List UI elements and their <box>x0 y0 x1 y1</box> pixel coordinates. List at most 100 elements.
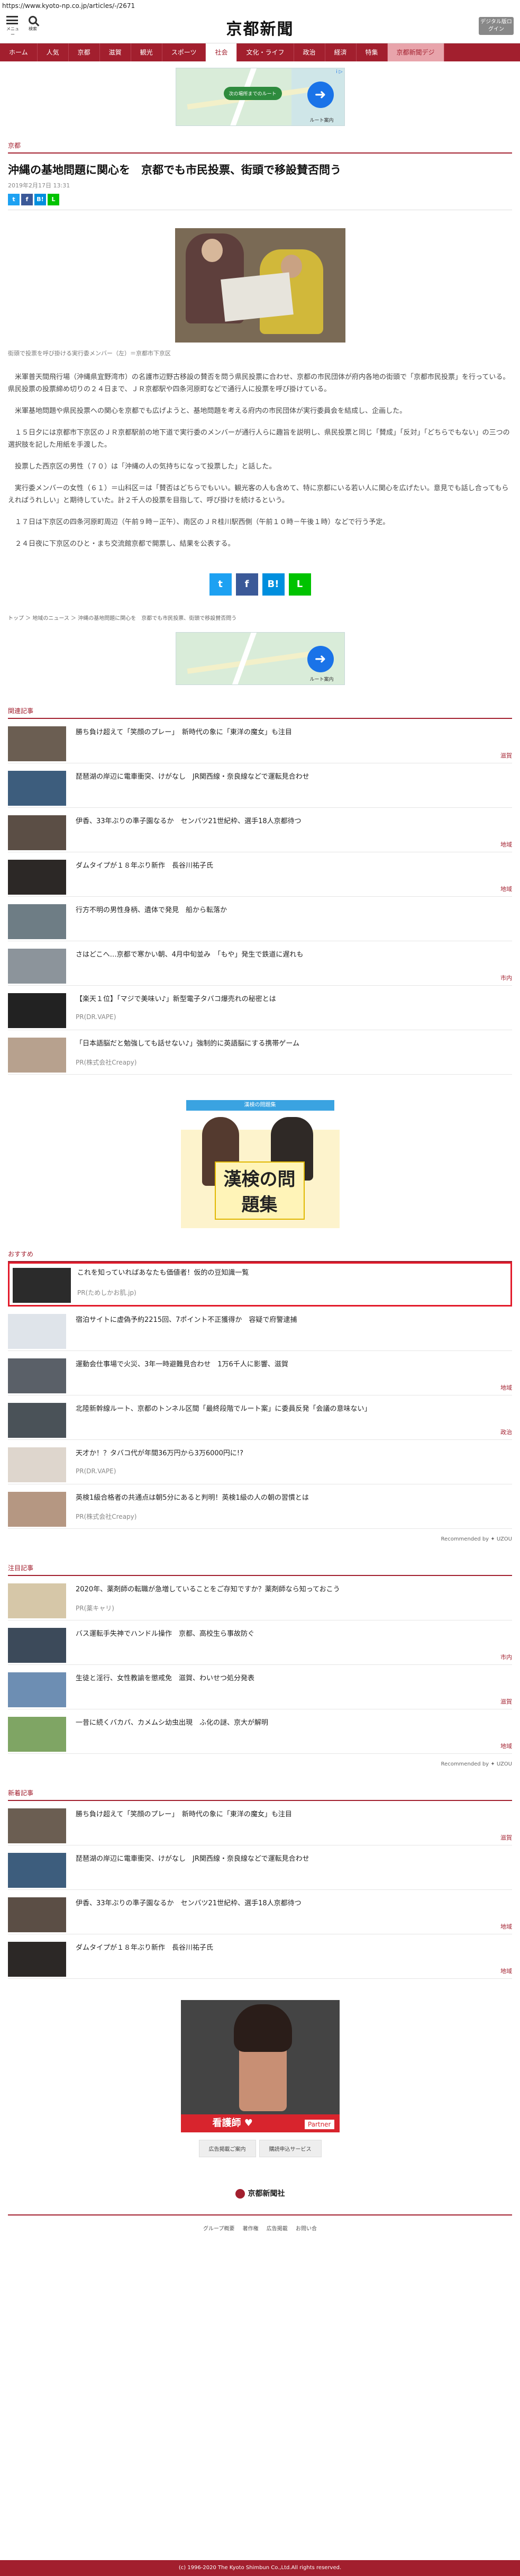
list-item[interactable]: さはどこへ…京都で寒かい朝、4月中旬並み 「もや」発生で鉄道に遅れも 市内 <box>8 941 512 986</box>
item-title: さはどこへ…京都で寒かい朝、4月中旬並み 「もや」発生で鉄道に遅れも <box>76 951 304 959</box>
list-item[interactable]: ダムタイプが１８年ぶり新作 長谷川祐子氏 地域 <box>8 852 512 897</box>
list-item[interactable]: 北陸新幹線ルート、京都のトンネル区間「最終段階でルート案」に委員反発「会議の意味… <box>8 1395 512 1440</box>
list-item[interactable]: 琵琶湖の岸辺に電車衝突、けがなし JR関西線・奈良線などで運転見合わせ <box>8 1845 512 1890</box>
thumbnail <box>8 1672 66 1707</box>
ad-book-title: 漢検の問題集 <box>214 1161 305 1220</box>
thumbnail <box>8 1808 66 1843</box>
photo-face-left <box>201 239 223 262</box>
nav-item-society[interactable]: 社会 <box>206 43 238 61</box>
list-item[interactable]: 伊香、33年ぶりの準子園なるか センバツ21世紀枠、選手18人京都待つ 地域 <box>8 808 512 852</box>
list-item[interactable]: 宿泊サイトに虚偽予約2215回、7ポイント不正獲得か 容疑で府警逮捕 <box>8 1307 512 1351</box>
ad-person-hair <box>233 2004 292 2052</box>
article-body: 米軍普天間飛行場（沖縄県宜野湾市）の名護市辺野古移設の賛否を問う県民投票に合わせ… <box>8 371 512 550</box>
list-item[interactable]: 行方不明の男性身柄、遺体で発見 船から転落か <box>8 897 512 941</box>
footer-link-contact[interactable]: お問い合 <box>296 2226 317 2232</box>
site-header: メニュー 検索 京都新聞 デジタル版ログイン <box>0 12 520 43</box>
pr-item[interactable]: 2020年、薬剤師の転職が急増していることをご存知ですか？薬剤師なら知っておこう… <box>8 1576 512 1620</box>
nav-item-sports[interactable]: スポーツ <box>162 43 206 61</box>
item-tag: 滋賀 <box>500 1698 512 1705</box>
nav-item-culture[interactable]: 文化・ライフ <box>237 43 294 61</box>
pr-item[interactable]: 天才か！？タバコ代が年間36万円から3万6000円に!? PR(DR.VAPE) <box>8 1440 512 1484</box>
item-title: 運動会仕事場で火災、3年一時避難見合わせ 1万6千人に影響、滋賀 <box>76 1361 288 1368</box>
recommended-by[interactable]: Recommended by ✦ UZOU <box>8 1761 512 1767</box>
thumbnail <box>8 1897 66 1932</box>
line-icon[interactable]: L <box>288 573 311 596</box>
footer-link-copyright[interactable]: 著作権 <box>243 2226 259 2232</box>
pr-item[interactable]: 英検1級合格者の共通点は朝5分にあると判明！英検1級の人の朝の習慣とは PR(株式… <box>8 1484 512 1529</box>
item-title: 琵琶湖の岸辺に電車衝突、けがなし JR関西線・奈良線などで運転見合わせ <box>76 1855 309 1863</box>
list-item[interactable]: ダムタイプが１８年ぶり新作 長谷川祐子氏 地域 <box>8 1934 512 1979</box>
item-tag: 地域 <box>500 1384 512 1391</box>
nav-item-politics[interactable]: 政治 <box>294 43 325 61</box>
hatena-icon[interactable]: B! <box>34 194 46 205</box>
footer-link-ads[interactable]: 広告掲載 <box>267 2226 288 2232</box>
pr-item[interactable]: 【楽天１位】「マジで美味い♪」新型電子タバコ爆売れの秘密とは PR(DR.VAPE… <box>8 986 512 1030</box>
list-item[interactable]: 伊香、33年ぶりの準子園なるか センバツ21世紀枠、選手18人京都待つ 地域 <box>8 1890 512 1934</box>
nav-item-tourism[interactable]: 観光 <box>131 43 162 61</box>
thumbnail <box>8 771 66 806</box>
url-bar[interactable]: https://www.kyoto-np.co.jp/articles/-/26… <box>0 0 520 12</box>
pr-item[interactable]: 「日本語脳だと勉強しても話せない♪」強制的に英語脳にする携帯ゲーム PR(株式会社… <box>8 1030 512 1075</box>
item-tag: 地域 <box>500 1743 512 1750</box>
item-title: 生徒と淫行、女性教諭を懲戒免 滋賀、わいせつ処分発表 <box>76 1674 255 1682</box>
ad-info-icon[interactable]: i ▷ <box>336 69 342 75</box>
share-row-small: t f B! L <box>8 194 512 205</box>
item-tag: 地域 <box>500 1968 512 1975</box>
line-icon[interactable]: L <box>48 194 59 205</box>
nav-item-popular[interactable]: 人気 <box>38 43 69 61</box>
ad-guide-button[interactable]: 広告掲載ご案内 <box>198 2140 256 2157</box>
route-pill: 次の場所までのルート <box>223 87 282 100</box>
hatena-icon[interactable]: B! <box>262 573 285 596</box>
list-item[interactable]: 勝ち負け超えて「笑顔のプレー」 新時代の象に「東洋の魔女」も注目 滋賀 <box>8 1801 512 1845</box>
recommended-by[interactable]: Recommended by ✦ UZOU <box>8 1536 512 1542</box>
twitter-icon[interactable]: t <box>8 194 20 205</box>
footer-logo[interactable]: 京都新聞社 <box>0 2188 520 2199</box>
map-ad-top[interactable]: 次の場所までのルート ➜ ルート案内 i ▷ <box>175 68 345 126</box>
item-title: ダムタイプが１８年ぶり新作 長谷川祐子氏 <box>76 862 214 870</box>
nav-item-digital[interactable]: 京都新聞デジ <box>387 43 444 61</box>
nurse-ad[interactable]: 看護師 ♥ Partner <box>180 2000 340 2132</box>
item-title: これを知っていればあなたも価値者！仮的の豆知識一覧 <box>77 1269 249 1277</box>
breadcrumb[interactable]: トップ ＞ 地域のニュース ＞ 沖縄の基地問題に関心を 京都でも市民投票、街頭で… <box>8 614 512 622</box>
subscribe-button[interactable]: 購読申込サービス <box>259 2140 322 2157</box>
item-title: 英検1級合格者の共通点は朝5分にあると判明！英検1級の人の朝の習慣とは <box>76 1494 309 1502</box>
section-heading: 関連記事 <box>8 707 34 715</box>
site-logo[interactable]: 京都新聞 <box>0 16 520 39</box>
copyright: (c) 1996-2020 The Kyoto Shimbun Co.,Ltd.… <box>0 2560 520 2576</box>
footer-link-group[interactable]: グループ概要 <box>203 2226 234 2232</box>
attention-section: 注目記事 2020年、薬剤師の転職が急増していることをご存知ですか？薬剤師なら知… <box>0 1563 520 1767</box>
facebook-icon[interactable]: f <box>235 573 258 596</box>
thumbnail <box>8 1583 66 1618</box>
newest-section: 新着記事 勝ち負け超えて「笑顔のプレー」 新時代の象に「東洋の魔女」も注目 滋賀 … <box>0 1788 520 1979</box>
list-item[interactable]: 運動会仕事場で火災、3年一時避難見合わせ 1万6千人に影響、滋賀地域 <box>8 1351 512 1395</box>
item-title: バス運転手失神でハンドル操作 京都、高校生ら事故防ぐ <box>76 1630 255 1638</box>
item-title: 「日本語脳だと勉強しても話せない♪」強制的に英語脳にする携帯ゲーム <box>76 1040 299 1048</box>
item-title: 2020年、薬剤師の転職が急増していることをご存知ですか？薬剤師なら知っておこう <box>76 1586 340 1593</box>
item-title: 行方不明の男性身柄、遺体で発見 船から転落か <box>76 906 227 914</box>
thumbnail <box>8 1403 66 1438</box>
thumbnail <box>8 949 66 984</box>
nav-item-home[interactable]: ホーム <box>0 43 38 61</box>
nav-item-economy[interactable]: 経済 <box>325 43 357 61</box>
map-ad-middle[interactable]: ➜ ルート案内 <box>175 632 345 685</box>
facebook-icon[interactable]: f <box>21 194 33 205</box>
list-item[interactable]: 一昔に続くバカパ、カメムシ幼虫出現 ふ化の謎、京大が解明 地域 <box>8 1709 512 1754</box>
directions-icon: ➜ <box>307 646 334 672</box>
list-item[interactable]: 琵琶湖の岸辺に電車衝突、けがなし JR関西線・奈良線などで運転見合わせ <box>8 763 512 808</box>
related-section: 関連記事 勝ち負け超えて「笑顔のプレー」 新時代の象に「東洋の魔女」も注目 滋賀 … <box>0 706 520 1075</box>
kanken-ad[interactable]: 漢検の問題集 漢検の問題集 <box>180 1096 340 1228</box>
highlighted-pr-item[interactable]: これを知っていればあなたも価値者！仮的の豆知識一覧 PR(ためしかお肌.jp) <box>8 1262 512 1307</box>
nav-item-kyoto[interactable]: 京都 <box>69 43 100 61</box>
twitter-icon[interactable]: t <box>209 573 232 596</box>
nav-item-shiga[interactable]: 滋賀 <box>100 43 131 61</box>
article-photo[interactable] <box>175 228 345 343</box>
nav-item-special[interactable]: 特集 <box>357 43 388 61</box>
article-title: 沖縄の基地問題に関心を 京都でも市民投票、街頭で移設賛否問う <box>8 164 341 176</box>
digital-login-button[interactable]: デジタル版ログイン <box>479 17 514 35</box>
list-item[interactable]: バス運転手失神でハンドル操作 京都、高校生ら事故防ぐ 市内 <box>8 1620 512 1665</box>
route-caption: ルート案内 <box>309 677 334 682</box>
list-item[interactable]: 生徒と淫行、女性教諭を懲戒免 滋賀、わいせつ処分発表滋賀 <box>8 1665 512 1709</box>
section-heading: 注目記事 <box>8 1564 34 1572</box>
divider <box>8 2214 512 2215</box>
list-item[interactable]: 勝ち負け超えて「笑顔のプレー」 新時代の象に「東洋の魔女」も注目 滋賀 <box>8 719 512 763</box>
